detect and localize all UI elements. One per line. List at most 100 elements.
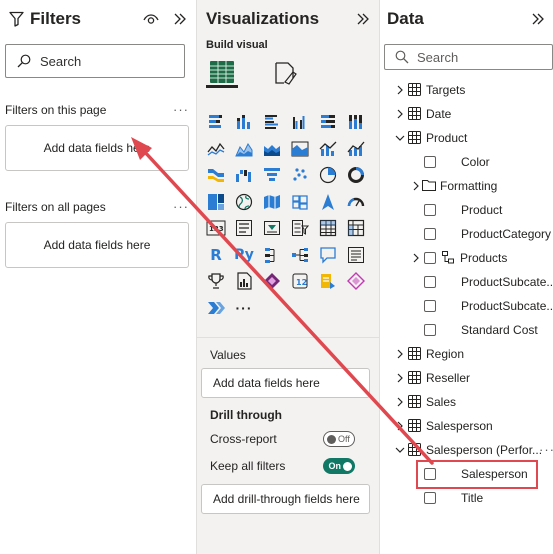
collapse-filters-icon[interactable] — [172, 11, 188, 27]
slicer-icon[interactable] — [289, 217, 311, 239]
smart-narrative-icon[interactable] — [317, 270, 339, 292]
checkbox[interactable] — [424, 156, 436, 168]
get-more-visuals-icon[interactable]: ··· — [233, 297, 255, 319]
checkbox[interactable] — [424, 300, 436, 312]
table-item[interactable]: Salesperson (Perfor... — [380, 439, 553, 461]
table-item[interactable]: Sales — [380, 391, 553, 413]
100-stacked-area-chart-icon[interactable] — [289, 138, 311, 160]
table-icon — [408, 419, 421, 432]
power-platform-icon[interactable] — [345, 270, 367, 292]
field-item[interactable]: ProductCategory — [380, 223, 553, 245]
build-visual-tab[interactable] — [206, 58, 238, 88]
ribbon-chart-icon[interactable] — [205, 164, 227, 186]
chevron-right-icon[interactable] — [410, 180, 422, 192]
more-options-icon[interactable]: ··· — [173, 102, 189, 117]
collapse-visualizations-icon[interactable] — [355, 11, 371, 27]
chevron-right-icon[interactable] — [394, 84, 406, 96]
line-stacked-column-chart-icon[interactable] — [345, 138, 367, 160]
key-influencers-icon[interactable] — [261, 244, 283, 266]
chevron-right-icon[interactable] — [394, 420, 406, 432]
field-item[interactable]: Title — [380, 487, 553, 509]
qna-icon[interactable] — [317, 244, 339, 266]
chevron-down-icon[interactable] — [394, 444, 406, 456]
checkbox[interactable] — [424, 252, 436, 264]
treemap-icon[interactable] — [205, 191, 227, 213]
format-visual-tab[interactable] — [269, 58, 301, 88]
more-options-icon[interactable]: ··· — [173, 199, 189, 214]
values-drop-well[interactable]: Add data fields here — [201, 368, 370, 398]
decomposition-tree-icon[interactable] — [289, 244, 311, 266]
page-filters-drop-well[interactable]: Add data fields here — [5, 125, 189, 171]
clustered-bar-chart-icon[interactable] — [261, 111, 283, 133]
field-item[interactable]: ProductSubcate... — [380, 295, 553, 317]
chevron-right-icon[interactable] — [394, 348, 406, 360]
clustered-column-chart-icon[interactable] — [289, 111, 311, 133]
data-search-input[interactable]: Search — [384, 44, 553, 70]
table-item[interactable]: Region — [380, 343, 553, 365]
funnel-chart-icon[interactable] — [261, 164, 283, 186]
kpi-icon[interactable] — [261, 217, 283, 239]
table-item[interactable]: Salesperson — [380, 415, 553, 437]
stacked-column-chart-icon[interactable] — [233, 111, 255, 133]
pie-chart-icon[interactable] — [317, 164, 339, 186]
checkbox[interactable] — [424, 276, 436, 288]
chevron-right-icon[interactable] — [394, 108, 406, 120]
checkbox[interactable] — [424, 228, 436, 240]
keep-all-filters-toggle[interactable]: On — [323, 458, 355, 474]
paginated-report-icon[interactable] — [233, 270, 255, 292]
eye-icon[interactable] — [142, 12, 160, 26]
cross-report-toggle[interactable]: Off — [323, 431, 355, 447]
all-pages-filters-drop-well[interactable]: Add data fields here — [5, 222, 189, 268]
waterfall-chart-icon[interactable] — [233, 164, 255, 186]
field-item[interactable]: Color — [380, 151, 553, 173]
100-stacked-column-chart-icon[interactable] — [345, 111, 367, 133]
narrative-icon[interactable] — [345, 244, 367, 266]
100-stacked-bar-chart-icon[interactable] — [317, 111, 339, 133]
table-item[interactable]: Date — [380, 103, 553, 125]
table-item[interactable]: Product — [380, 127, 553, 149]
table-label: Region — [426, 347, 465, 361]
scatter-chart-icon[interactable] — [289, 164, 311, 186]
chevron-down-icon[interactable] — [394, 132, 406, 144]
python-visual-icon[interactable]: Py — [233, 244, 255, 266]
r-script-visual-icon[interactable]: R — [205, 244, 227, 266]
hierarchy-item[interactable]: Products — [380, 247, 553, 269]
card-icon[interactable]: 123 — [205, 217, 227, 239]
checkbox[interactable] — [424, 324, 436, 336]
table-item[interactable]: Targets — [380, 79, 553, 101]
map-globe-icon[interactable] — [233, 191, 255, 213]
stacked-area-chart-icon[interactable] — [261, 138, 283, 160]
drill-through-drop-well[interactable]: Add drill-through fields here — [201, 484, 370, 514]
more-options-icon[interactable]: ··· — [539, 442, 553, 457]
multi-row-card-icon[interactable] — [233, 217, 255, 239]
field-item[interactable]: Product — [380, 199, 553, 221]
area-chart-icon[interactable] — [233, 138, 255, 160]
checkbox[interactable] — [424, 492, 436, 504]
line-clustered-column-chart-icon[interactable] — [317, 138, 339, 160]
table-icon[interactable] — [317, 217, 339, 239]
checkbox[interactable] — [424, 204, 436, 216]
shape-map-icon[interactable] — [289, 191, 311, 213]
power-automate-flow-icon[interactable] — [205, 297, 227, 319]
chevron-right-icon[interactable] — [410, 252, 422, 264]
line-chart-icon[interactable] — [205, 138, 227, 160]
folder-label: Formatting — [440, 179, 498, 193]
power-apps-icon[interactable] — [261, 270, 283, 292]
power-automate-icon[interactable]: 12 — [289, 270, 311, 292]
filters-on-this-page-label: Filters on this page — [5, 103, 107, 117]
chevron-right-icon[interactable] — [394, 396, 406, 408]
azure-map-icon[interactable] — [317, 191, 339, 213]
folder-item[interactable]: Formatting — [380, 175, 553, 197]
field-item[interactable]: ProductSubcate... — [380, 271, 553, 293]
gauge-icon[interactable] — [345, 191, 367, 213]
stacked-bar-chart-icon[interactable] — [205, 111, 227, 133]
table-item[interactable]: Reseller — [380, 367, 553, 389]
matrix-icon[interactable] — [345, 217, 367, 239]
field-item[interactable]: Standard Cost — [380, 319, 553, 341]
filters-search-input[interactable]: Search — [5, 44, 185, 78]
donut-chart-icon[interactable] — [345, 164, 367, 186]
filled-map-icon[interactable] — [261, 191, 283, 213]
collapse-data-icon[interactable] — [530, 11, 546, 27]
chevron-right-icon[interactable] — [394, 372, 406, 384]
goals-trophy-icon[interactable] — [205, 270, 227, 292]
